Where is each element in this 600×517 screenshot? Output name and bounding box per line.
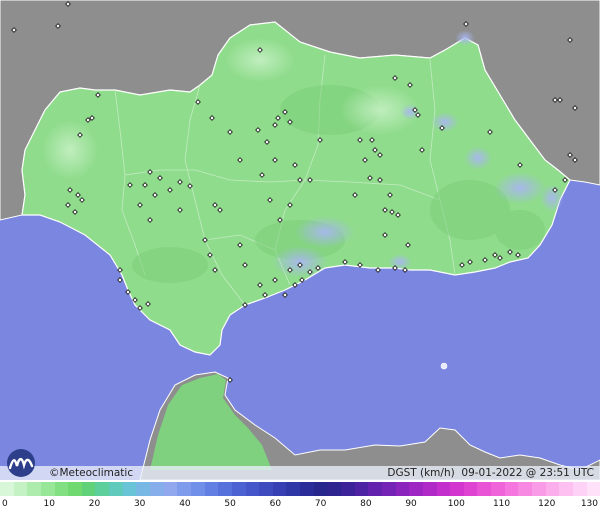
legend-label: 20 <box>88 499 101 509</box>
legend-label: 0 <box>2 499 8 509</box>
legend-swatch <box>13 482 28 496</box>
legend-label: 130 <box>580 499 598 509</box>
legend-swatch <box>231 482 246 496</box>
legend-swatch <box>109 482 123 496</box>
legend-swatch <box>163 482 178 496</box>
brand-name: ©Meteoclimatic <box>49 467 134 479</box>
legend-swatch <box>531 482 546 496</box>
legend-label: 90 <box>405 499 417 509</box>
legend-label: 70 <box>314 499 327 509</box>
legend-swatch <box>177 482 191 496</box>
legend-swatch <box>313 482 328 496</box>
legend-swatch <box>422 482 437 496</box>
legend-swatch <box>122 482 137 496</box>
legend-swatch <box>300 482 314 496</box>
legend-swatch <box>27 482 41 496</box>
legend-label: 30 <box>133 499 146 509</box>
legend-scale: 0 10 20 30 40 50 60 70 80 90 100 110 120 130 <box>0 480 600 517</box>
legend-swatch <box>341 482 355 496</box>
legend-swatch <box>327 482 342 496</box>
legend-swatch <box>572 482 587 496</box>
legend-swatch <box>450 482 464 496</box>
legend-swatch <box>0 482 14 496</box>
legend-swatch <box>409 482 423 496</box>
legend-swatch <box>286 482 301 496</box>
legend-swatch <box>436 482 451 496</box>
legend-label: 110 <box>492 499 511 509</box>
island <box>440 362 448 370</box>
legend-swatch <box>150 482 164 496</box>
legend-swatch <box>68 482 82 496</box>
legend-swatch <box>245 482 260 496</box>
legend-swatch <box>95 482 110 496</box>
legend-swatch <box>395 482 410 496</box>
legend-swatch <box>204 482 219 496</box>
legend-swatch <box>504 482 519 496</box>
legend-swatch <box>218 482 232 496</box>
legend-swatch <box>477 482 492 496</box>
legend-swatch <box>190 482 205 496</box>
meteoclimatic-logo-icon <box>7 449 35 477</box>
legend-swatch <box>81 482 96 496</box>
legend-label: 120 <box>538 499 556 509</box>
legend-label: 60 <box>269 499 282 509</box>
legend-swatch <box>381 482 396 496</box>
variable-label: DGST (km/h) <box>387 467 455 479</box>
legend-swatch <box>259 482 273 496</box>
legend-swatch <box>354 482 369 496</box>
timestamp: 09-01-2022 @ 23:51 UTC <box>461 467 594 479</box>
legend-swatch <box>559 482 573 496</box>
legend-swatch <box>518 482 532 496</box>
legend-swatch <box>491 482 505 496</box>
map-canvas <box>0 0 600 480</box>
legend-swatch <box>586 482 600 496</box>
legend-color-bar <box>0 482 600 496</box>
legend-label: 40 <box>179 499 191 509</box>
legend-label: 100 <box>447 499 465 509</box>
legend-label: 50 <box>224 499 236 509</box>
legend-swatch <box>545 482 560 496</box>
legend-swatch <box>463 482 478 496</box>
legend-label: 80 <box>360 499 372 509</box>
legend-swatch <box>272 482 287 496</box>
legend-swatch <box>54 482 69 496</box>
legend-swatch <box>368 482 382 496</box>
legend-swatch <box>136 482 151 496</box>
legend-swatch <box>40 482 55 496</box>
brand: ©Meteoclimatic <box>0 446 160 480</box>
map-info: DGST (km/h) 09-01-2022 @ 23:51 UTC <box>387 467 594 479</box>
legend-label: 10 <box>43 499 55 509</box>
